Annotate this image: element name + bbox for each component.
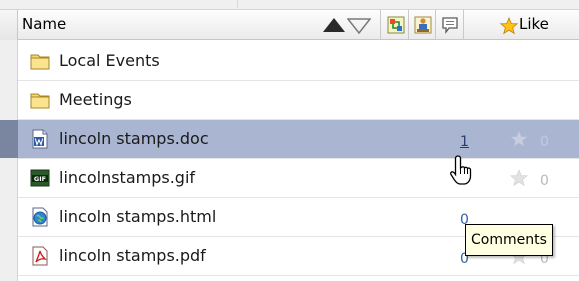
list-item[interactable]: GIF lincolnstamps.gif 0 xyxy=(0,159,579,197)
hand-pointer-cursor-icon xyxy=(450,155,472,185)
like-count: 0 xyxy=(540,134,549,150)
workflow-icon[interactable] xyxy=(387,16,405,34)
file-name-link[interactable]: lincoln stamps.doc xyxy=(59,129,209,148)
file-name-link[interactable]: lincolnstamps.gif xyxy=(59,168,195,187)
like-column-header[interactable]: Like xyxy=(519,15,549,33)
list-item-selected[interactable]: lincoln stamps.doc 1 0 xyxy=(0,120,579,158)
html-page-icon xyxy=(32,207,48,227)
file-name-link[interactable]: lincoln stamps.pdf xyxy=(59,246,206,265)
column-header: Name Like xyxy=(0,9,579,40)
like-star-icon[interactable] xyxy=(510,169,528,187)
file-name-link[interactable]: Local Events xyxy=(59,51,160,70)
row-divider xyxy=(18,275,579,276)
word-doc-icon xyxy=(32,129,48,149)
file-name-link[interactable]: Meetings xyxy=(59,90,132,109)
header-separator xyxy=(408,10,409,40)
like-count: 0 xyxy=(540,173,549,189)
svg-text:GIF: GIF xyxy=(34,175,46,183)
like-star-icon[interactable] xyxy=(510,130,528,148)
checkout-icon[interactable] xyxy=(414,16,432,34)
header-separator xyxy=(463,10,464,40)
column-resize-tick xyxy=(237,0,238,8)
folder-icon xyxy=(30,54,50,70)
header-gutter xyxy=(0,10,18,40)
comments-header-icon[interactable] xyxy=(441,16,459,34)
row-selection-marker[interactable] xyxy=(0,120,18,158)
top-strip xyxy=(0,0,579,9)
comments-tooltip: Comments xyxy=(465,224,553,256)
header-separator xyxy=(435,10,436,40)
pdf-icon xyxy=(32,246,48,266)
folder-icon xyxy=(30,93,50,109)
name-column-header[interactable]: Name xyxy=(22,15,66,33)
sort-descending-icon[interactable] xyxy=(347,18,371,34)
star-icon xyxy=(500,17,518,35)
header-separator xyxy=(380,10,381,40)
file-name-link[interactable]: lincoln stamps.html xyxy=(59,207,216,226)
comment-count-link[interactable]: 1 xyxy=(460,134,469,150)
list-item[interactable]: Meetings xyxy=(0,81,579,119)
gif-image-icon: GIF xyxy=(30,169,50,187)
list-item[interactable]: Local Events xyxy=(0,42,579,80)
sort-ascending-icon[interactable] xyxy=(323,18,345,32)
